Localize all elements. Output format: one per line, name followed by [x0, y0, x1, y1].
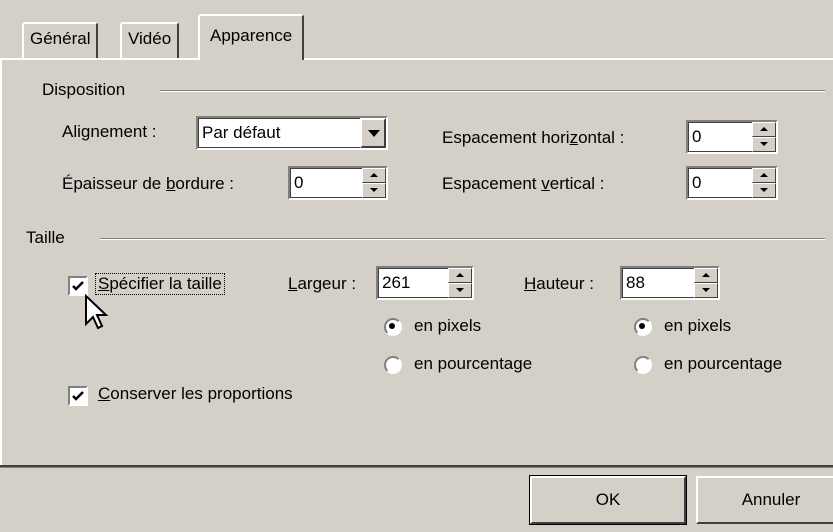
- ok-button[interactable]: OK: [529, 475, 687, 525]
- tab-video-label: Vidéo: [128, 29, 172, 48]
- disposition-title: Disposition: [42, 80, 132, 100]
- taille-title: Taille: [26, 228, 71, 248]
- tab-apparence[interactable]: Apparence: [198, 14, 305, 60]
- taille-group-line: [100, 238, 825, 240]
- tab-panel: [0, 58, 833, 466]
- tab-video[interactable]: Vidéo: [120, 22, 180, 58]
- panel-divider: [0, 465, 833, 468]
- tab-apparence-label: Apparence: [210, 26, 293, 45]
- cancel-button[interactable]: Annuler: [696, 476, 833, 524]
- tab-general[interactable]: Général: [22, 22, 99, 58]
- tab-general-label: Général: [30, 29, 91, 48]
- disposition-group-line: [160, 90, 825, 92]
